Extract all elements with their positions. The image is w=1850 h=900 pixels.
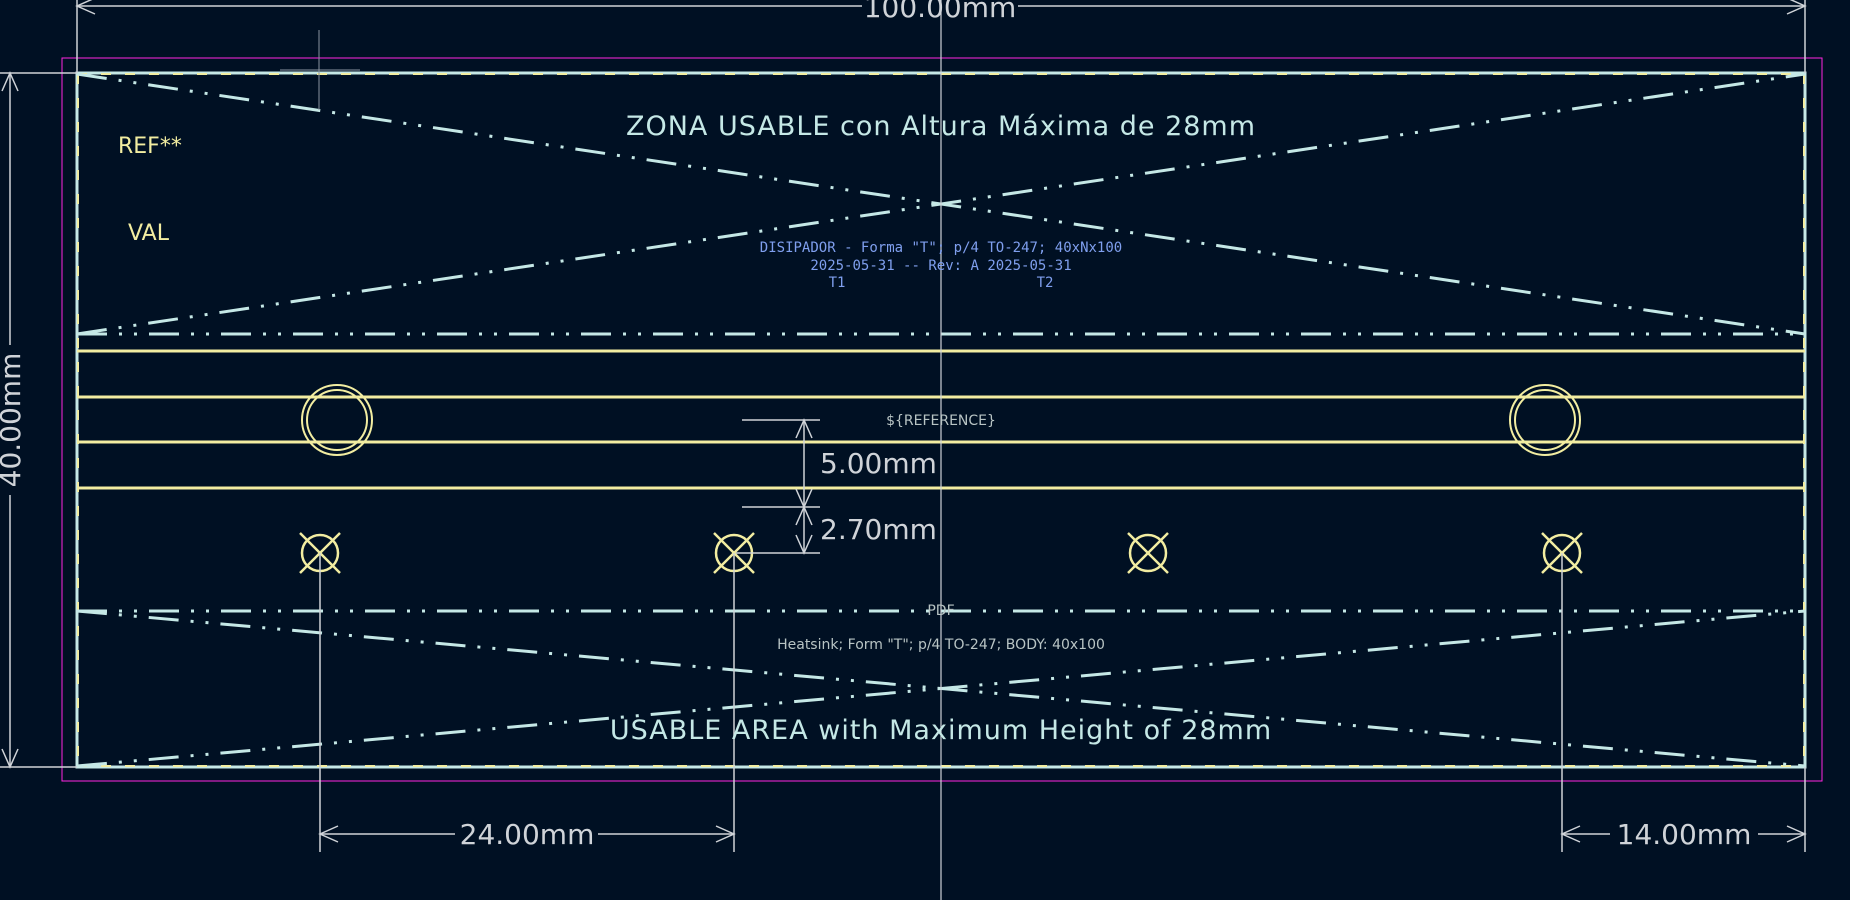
edge-offset-dimension[interactable] <box>1560 553 1807 852</box>
width-dimension-label: 100.00mm <box>864 0 1017 24</box>
gap-dimension-label: 2.70mm <box>820 513 937 546</box>
height-dimension-label: 40.00mm <box>0 353 27 488</box>
pdf-label: PDF <box>927 603 954 619</box>
value-field[interactable]: VAL <box>128 221 170 246</box>
usable-area-label: USABLE AREA with Maximum Height of 28mm <box>610 715 1272 746</box>
hole-spacing-dimension[interactable] <box>318 553 736 852</box>
fab-description-line2: 2025-05-31 -- Rev: A 2025-05-31 <box>810 258 1071 274</box>
footprint-drawing: 100.00mm 40.00mm 5.00mm 2.70mm 24.00mm 1… <box>0 0 1823 900</box>
fab-description-line1: DISIPADOR - Forma "T"; p/4 TO-247; 40xNx… <box>760 240 1122 256</box>
reference-field: ${REFERENCE} <box>886 413 996 429</box>
edge-offset-dimension-label: 14.00mm <box>1617 818 1752 851</box>
slot-dimension-label: 5.00mm <box>820 447 937 480</box>
cursor-crosshair-icon <box>280 30 360 110</box>
ref-designator[interactable]: REF** <box>118 134 182 159</box>
pcb-footprint-canvas[interactable]: 100.00mm 40.00mm 5.00mm 2.70mm 24.00mm 1… <box>0 0 1850 900</box>
gap-dimension[interactable] <box>736 505 820 555</box>
zona-usable-label: ZONA USABLE con Altura Máxima de 28mm <box>626 111 1256 142</box>
slot-dimension[interactable] <box>742 418 820 509</box>
hole-spacing-dimension-label: 24.00mm <box>460 818 595 851</box>
pad-marker-3-icon[interactable] <box>1127 532 1169 574</box>
heatsink-description: Heatsink; Form "T"; p/4 TO-247; BODY: 40… <box>777 637 1105 653</box>
fab-pin-t2: T2 <box>1037 275 1054 291</box>
fab-pin-t1: T1 <box>829 275 846 291</box>
